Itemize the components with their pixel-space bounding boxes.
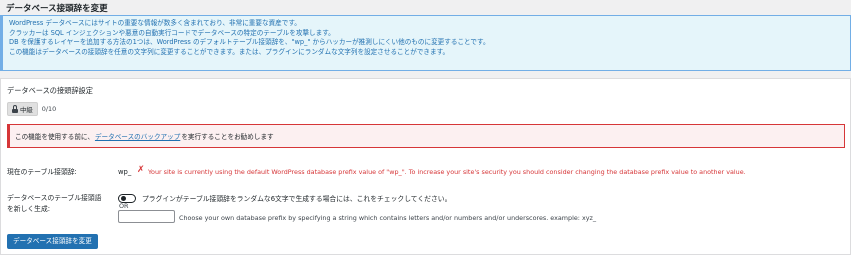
current-prefix-label: 現在のテーブル接頭辞: <box>7 168 77 176</box>
prefix-settings-panel: データベースの接頭辞設定 中級 0/10 この機能を使用する前に、 データベースの… <box>0 78 851 255</box>
warning-suffix: を実行することをお勧めします <box>181 133 274 141</box>
info-line-1: WordPress データベースにはサイトの重要な情報が数多く含まれており、非常… <box>9 19 301 27</box>
page-title: データベース接頭辞を変更 <box>6 4 108 14</box>
info-line-2: クラッカーは SQL インジェクションや悪意の自動実行コードでデータベースの特定… <box>9 28 335 37</box>
random-prefix-toggle-label: プラグインがテーブル接頭辞をランダムな6文字で生成する場合には、これをチェックし… <box>142 195 452 203</box>
custom-prefix-input[interactable] <box>118 210 175 223</box>
panel-title: データベースの接頭辞設定 <box>7 86 93 95</box>
x-mark-icon: ✗ <box>137 165 145 175</box>
change-prefix-button[interactable]: データベース接頭辞を変更 <box>7 234 98 249</box>
custom-prefix-help: Choose your own database prefix by speci… <box>179 214 597 222</box>
info-line-3: DB を保護するレイヤーを追加する方法の1つは、WordPress のデフォルト… <box>9 38 490 47</box>
info-notice: WordPress データベースにはサイトの重要な情報が数多く含まれており、非常… <box>0 15 851 71</box>
current-prefix-value: wp_ <box>118 168 132 176</box>
warning-prefix: この機能を使用する前に、 <box>15 133 94 141</box>
backup-link[interactable]: データベースのバックアップ <box>95 131 180 141</box>
level-label: 中級 <box>20 105 33 114</box>
new-prefix-label-line1: データベースのテーブル接頭語 <box>7 194 102 202</box>
or-label: OR <box>119 202 129 210</box>
security-level: 中級 0/10 <box>7 102 56 116</box>
backup-warning: この機能を使用する前に、 データベースのバックアップ を実行することをお勧めします <box>7 124 845 148</box>
prefix-error-message: Your site is currently using the default… <box>148 168 746 176</box>
lock-icon <box>11 105 18 113</box>
level-score: 0/10 <box>41 105 57 113</box>
new-prefix-label-line2: を新しく生成: <box>7 205 51 213</box>
level-badge: 中級 <box>7 102 38 116</box>
info-line-4: この機能はデータベースの接頭辞を任意の文字列に変更することができます。または、プ… <box>9 47 450 56</box>
